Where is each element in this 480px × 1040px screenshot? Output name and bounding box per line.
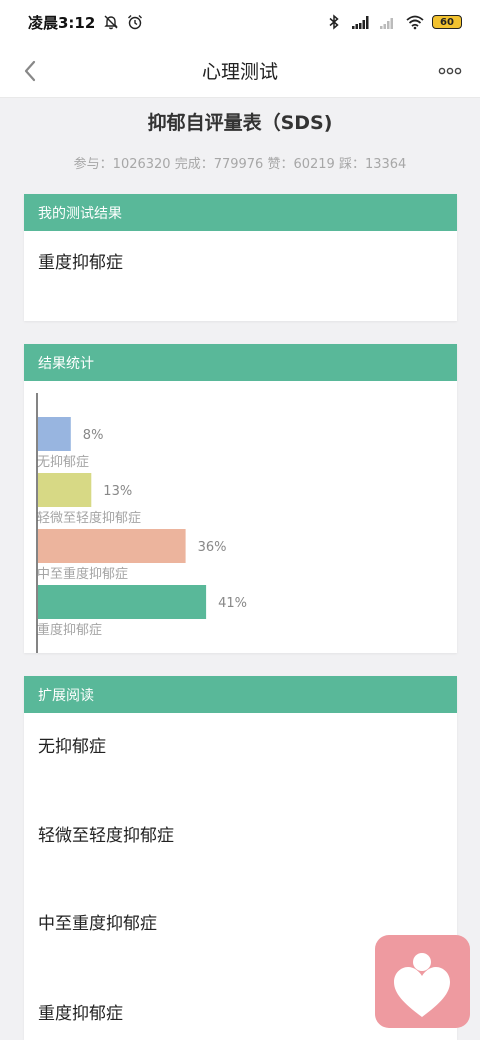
reading-card-header: 扩展阅读: [24, 676, 457, 713]
result-bar-chart: 8% 无抑郁症 13% 轻微至轻度抑郁症 36% 中至重度抑郁症 41% 重度抑郁症: [36, 393, 247, 653]
result-text: 重度抑郁症: [38, 253, 123, 273]
test-header: 抑郁自评量表（SDS) 参与：1026320 完成：779976 赞：60219…: [0, 98, 480, 182]
bluetooth-icon: [329, 14, 339, 30]
signal-icon: [380, 18, 393, 29]
result-card-header: 我的测试结果: [24, 194, 457, 231]
chart-value-label: 13%: [103, 484, 132, 499]
page-title: 心理测试: [201, 61, 278, 83]
battery-icon: 60: [432, 15, 462, 29]
chart-bar: [38, 585, 207, 619]
chart-value-label: 36%: [198, 540, 227, 555]
chart-category-label: 无抑郁症: [37, 455, 89, 470]
stats-card: 结果统计 8% 无抑郁症 13% 轻微至轻度抑郁症 36% 中至重度抑郁症 41% 重度抑郁症: [24, 344, 457, 653]
reading-item[interactable]: 重度抑郁症: [38, 999, 123, 1024]
more-icon[interactable]: [438, 62, 462, 80]
chart-value-label: 8%: [83, 428, 104, 443]
test-title: 抑郁自评量表（SDS): [147, 112, 333, 134]
alarm-icon: [128, 15, 143, 30]
chart-category-label: 轻微至轻度抑郁症: [37, 510, 141, 526]
chart-value-label: 41%: [218, 596, 247, 611]
result-card: 我的测试结果 重度抑郁症: [24, 194, 457, 321]
test-stats: 参与：1026320 完成：779976 赞：60219 踩：13364: [73, 157, 407, 172]
chart-bar: [38, 417, 71, 451]
result-chart: 8% 无抑郁症 13% 轻微至轻度抑郁症 36% 中至重度抑郁症 41% 重度抑郁症: [24, 381, 457, 653]
hd-signal-icon: [352, 16, 369, 29]
floating-action-button[interactable]: [375, 935, 470, 1028]
chart-bar: [38, 529, 186, 563]
reading-item[interactable]: 轻微至轻度抑郁症: [38, 821, 174, 846]
reading-item[interactable]: 中至重度抑郁症: [38, 909, 157, 934]
mute-bell-icon: [104, 15, 119, 30]
chart-category-label: 中至重度抑郁症: [37, 566, 128, 582]
reading-item[interactable]: 无抑郁症: [38, 732, 106, 757]
stats-card-header: 结果统计: [24, 344, 457, 381]
chevron-left-icon[interactable]: [18, 56, 44, 86]
status-bar: 凌晨3:12 60: [0, 0, 480, 44]
heart-person-icon: [394, 953, 450, 1017]
chart-category-label: 重度抑郁症: [37, 622, 102, 638]
nav-bar: 心理测试: [0, 44, 480, 98]
chart-bar: [38, 473, 92, 507]
wifi-icon: [406, 15, 424, 30]
status-time: 凌晨3:12: [28, 13, 96, 32]
